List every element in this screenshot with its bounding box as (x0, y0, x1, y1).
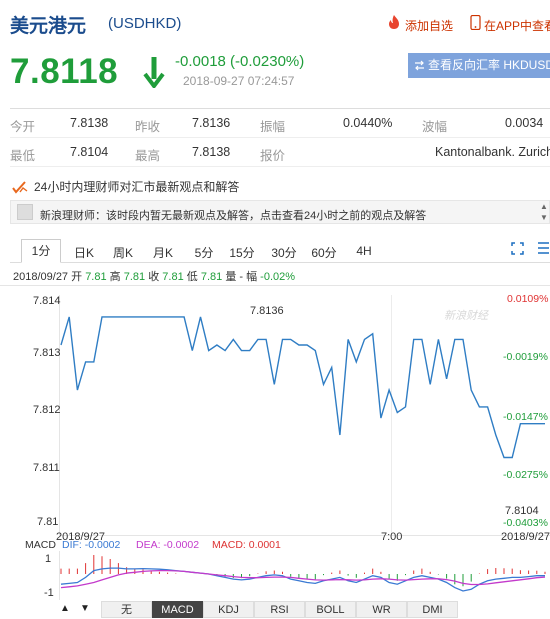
price-series-line (60, 316, 545, 459)
high-label: 高 (109, 271, 121, 283)
y-tick-label: 7.81 (37, 516, 58, 528)
ohlc-info: 2018/09/27 开 7.81 高 7.81 收 7.81 低 7.81 量… (13, 268, 295, 284)
scroll-up-icon[interactable]: ▲ (540, 202, 548, 211)
fullscreen-icon[interactable] (511, 242, 524, 255)
low-label: 低 (186, 271, 198, 283)
tab-4h[interactable]: 4H (351, 244, 377, 258)
tab-month[interactable]: 月K (150, 244, 176, 261)
macd-dea-label: DEA: -0.0002 (136, 539, 199, 551)
low-value: 7.81 (200, 271, 223, 283)
low-value: 7.8104 (70, 145, 109, 159)
high-value: 7.8138 (192, 145, 231, 159)
macd-dif-label: DIF: -0.0002 (62, 539, 121, 551)
high-label: 最高 (135, 149, 161, 163)
volatility-label: 波幅 (422, 120, 448, 134)
macd-value-label: MACD: 0.0001 (212, 539, 281, 551)
macd-title: MACD (25, 539, 56, 551)
next-indicator-icon[interactable]: ▼ (80, 603, 90, 614)
low-label: 最低 (10, 149, 36, 163)
tab-1min[interactable]: 1分 (21, 239, 61, 263)
view-in-app-button[interactable]: 在APP中查看 (484, 17, 550, 34)
tab-15min[interactable]: 15分 (229, 244, 255, 261)
amplitude-label: 幅 (246, 271, 258, 283)
dea-series-line (60, 569, 546, 589)
quote-timestamp: 2018-09-27 07:24:57 (183, 74, 295, 88)
reverse-rate-label: 查看反向汇率 HKDUSD (428, 58, 550, 72)
last-price-annotation: 7.8104 (505, 505, 539, 517)
tab-week[interactable]: 周K (110, 244, 136, 261)
page-title: 美元港元 (10, 16, 87, 37)
arrow-down-icon (143, 57, 165, 88)
avatar (17, 204, 33, 220)
tab-5min[interactable]: 5分 (191, 244, 217, 261)
indicator-tab-kdj[interactable]: KDJ (203, 601, 254, 618)
indicator-tab-boll[interactable]: BOLL (305, 601, 356, 618)
tab-60min[interactable]: 60分 (311, 244, 337, 261)
y-tick-label: 7.811 (33, 462, 60, 474)
dif-series-line (60, 567, 545, 592)
indicator-tab-none[interactable]: 无 (101, 601, 152, 618)
indicator-tab-dmi[interactable]: DMI (407, 601, 458, 618)
watermark: 新浪财经 (444, 309, 489, 322)
quote-row: 最低 7.8104 最高 7.8138 报价 Kantonalbank. Zur… (10, 138, 550, 167)
reverse-rate-button[interactable]: 查看反向汇率 HKDUSD (408, 53, 550, 78)
current-price: 7.8118 (10, 52, 119, 91)
currency-code: (USDHKD) (108, 15, 182, 32)
macd-y-tick: -1 (44, 587, 54, 599)
quote-table: 今开 7.8138 昨收 7.8136 振幅 0.0440% 波幅 0.0034… (10, 108, 550, 167)
quote-row: 今开 7.8138 昨收 7.8136 振幅 0.0440% 波幅 0.0034 (10, 109, 550, 138)
y-tick-label: 7.812 (33, 404, 61, 416)
settings-icon[interactable] (537, 241, 550, 256)
prev-indicator-icon[interactable]: ▲ (60, 603, 70, 614)
pct-tick-label: -0.0403% (503, 517, 548, 529)
y-tick-label: 7.813 (33, 347, 61, 359)
prev-close-annotation: 7.8136 (250, 305, 284, 317)
open-label: 开 (71, 271, 83, 283)
pct-tick-label: -0.0275% (503, 469, 548, 481)
x-tick-label: 7:00 (381, 531, 402, 543)
pct-tick-label: -0.0147% (503, 411, 548, 423)
volatility-value: 0.0034 (505, 116, 544, 130)
indicator-tab-rsi[interactable]: RSI (254, 601, 305, 618)
tab-day[interactable]: 日K (71, 244, 97, 261)
quoter-label: 报价 (260, 149, 286, 163)
price-change: -0.0018 (-0.0230%) (175, 53, 305, 70)
open-label: 今开 (10, 120, 36, 134)
macd-y-tick: 1 (45, 553, 51, 565)
amplitude-value: -0.02% (260, 271, 296, 283)
phone-icon[interactable] (470, 15, 481, 30)
expert-notice[interactable]: 新浪理财师：该时段内暂无最新观点及解答，点击查看24小时之前的观点及解答 (40, 207, 426, 223)
prev-close-label: 昨收 (135, 120, 161, 134)
quoter-value: Kantonalbank. Zurich (435, 145, 550, 159)
volume-label: 量 (225, 271, 237, 283)
indicator-tab-macd[interactable]: MACD (152, 601, 203, 618)
close-label: 收 (148, 271, 160, 283)
y-tick-label: 7.814 (33, 295, 61, 307)
flame-icon[interactable] (387, 14, 401, 30)
amplitude-value: 0.0440% (343, 116, 393, 130)
pct-tick-label: 0.0109% (507, 293, 548, 305)
open-value: 7.8138 (70, 116, 109, 130)
trend-check-icon (12, 181, 28, 194)
swap-icon (415, 60, 424, 71)
pct-tick-label: -0.0019% (503, 351, 548, 363)
scroll-down-icon[interactable]: ▼ (540, 213, 548, 222)
price-chart[interactable]: 7.814 7.813 7.812 7.811 7.81 0.0109% -0.… (0, 285, 550, 600)
amplitude-label: 振幅 (260, 120, 286, 134)
tab-30min[interactable]: 30分 (271, 244, 297, 261)
open-value: 7.81 (85, 271, 107, 283)
close-value: 7.81 (162, 271, 184, 283)
prev-close-value: 7.8136 (192, 116, 231, 130)
expert-heading[interactable]: 24小时内理财师对汇市最新观点和解答 (34, 178, 239, 195)
info-date: 2018/09/27 (13, 271, 69, 283)
indicator-tab-wr[interactable]: WR (356, 601, 407, 618)
high-value: 7.81 (123, 271, 146, 283)
x-tick-label: 2018/9/27 (501, 531, 550, 543)
volume-value: - (239, 271, 244, 283)
add-favorite-button[interactable]: 添加自选 (405, 17, 453, 34)
